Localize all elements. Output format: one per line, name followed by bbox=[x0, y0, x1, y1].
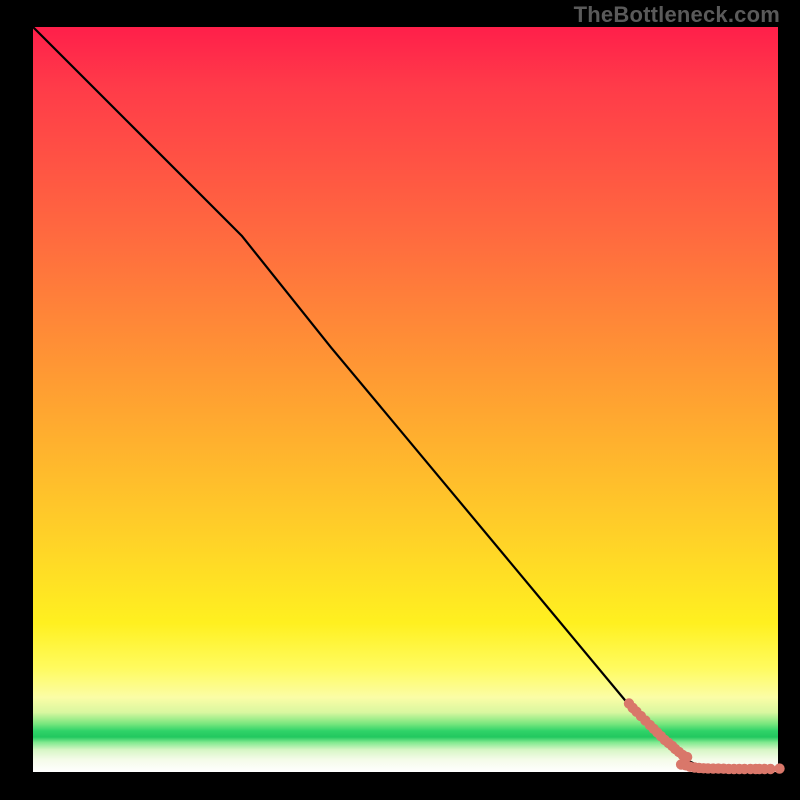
chart-svg bbox=[33, 27, 778, 772]
plot-area bbox=[33, 27, 778, 772]
chart-frame: TheBottleneck.com bbox=[0, 0, 800, 800]
data-point bbox=[765, 764, 775, 774]
curve-line bbox=[33, 27, 778, 770]
data-point bbox=[774, 763, 784, 773]
watermark-text: TheBottleneck.com bbox=[574, 2, 780, 28]
scatter-dots bbox=[624, 698, 785, 774]
